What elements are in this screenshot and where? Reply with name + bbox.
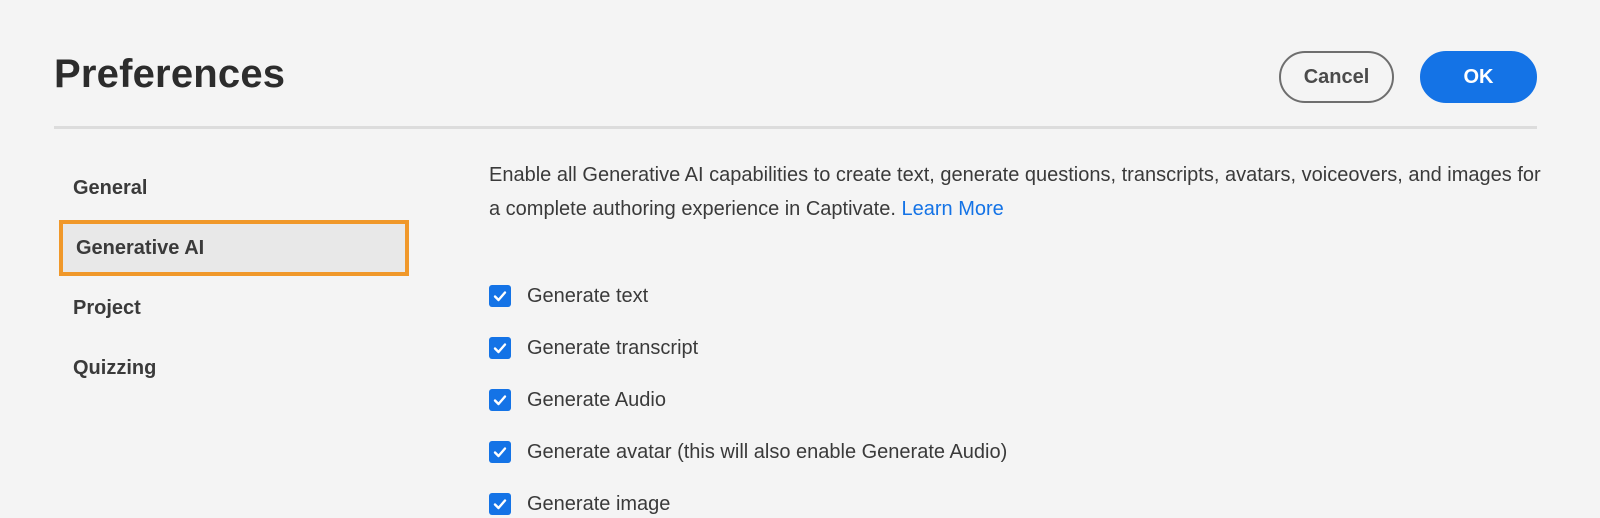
generate-avatar-checkbox[interactable]	[489, 441, 511, 463]
generative-ai-panel: Enable all Generative AI capabilities to…	[489, 158, 1549, 226]
learn-more-link[interactable]: Learn More	[901, 198, 1003, 220]
option-generate-audio: Generate Audio	[489, 374, 1007, 426]
sidebar-item-label: Generative AI	[76, 236, 205, 259]
checkmark-icon	[493, 291, 507, 302]
description-text: Enable all Generative AI capabilities to…	[489, 164, 1541, 220]
checkmark-icon	[493, 499, 507, 510]
option-generate-text: Generate text	[489, 270, 1007, 322]
preferences-dialog: Preferences Cancel OK General Generative…	[0, 0, 1600, 518]
option-label: Generate transcript	[527, 336, 699, 359]
option-label: Generate avatar (this will also enable G…	[527, 440, 1008, 463]
sidebar-item-quizzing[interactable]: Quizzing	[56, 340, 412, 396]
option-label: Generate text	[527, 284, 649, 307]
sidebar-item-general[interactable]: General	[56, 160, 412, 216]
sidebar-item-label: Project	[73, 296, 141, 319]
ok-button[interactable]: OK	[1420, 51, 1537, 103]
page-title: Preferences	[54, 52, 286, 96]
sidebar-item-label: General	[73, 176, 148, 199]
generate-audio-checkbox[interactable]	[489, 389, 511, 411]
checkmark-icon	[493, 447, 507, 458]
option-label: Generate Audio	[527, 388, 666, 411]
generate-transcript-checkbox[interactable]	[489, 337, 511, 359]
sidebar-item-label: Quizzing	[73, 356, 157, 379]
option-generate-avatar: Generate avatar (this will also enable G…	[489, 426, 1007, 478]
generate-text-checkbox[interactable]	[489, 285, 511, 307]
option-generate-image: Generate image	[489, 478, 1007, 518]
option-generate-transcript: Generate transcript	[489, 322, 1007, 374]
checkmark-icon	[493, 343, 507, 354]
option-label: Generate image	[527, 492, 671, 515]
checkmark-icon	[493, 395, 507, 406]
sidebar-item-generative-ai[interactable]: Generative AI	[59, 220, 409, 276]
preferences-sidebar: General Generative AI Project Quizzing	[56, 160, 412, 400]
options-list: Generate text Generate transcript Genera…	[489, 270, 1007, 518]
header-divider	[54, 126, 1537, 129]
generate-image-checkbox[interactable]	[489, 493, 511, 515]
sidebar-item-project[interactable]: Project	[56, 280, 412, 336]
panel-description: Enable all Generative AI capabilities to…	[489, 158, 1549, 226]
cancel-button[interactable]: Cancel	[1279, 51, 1394, 103]
